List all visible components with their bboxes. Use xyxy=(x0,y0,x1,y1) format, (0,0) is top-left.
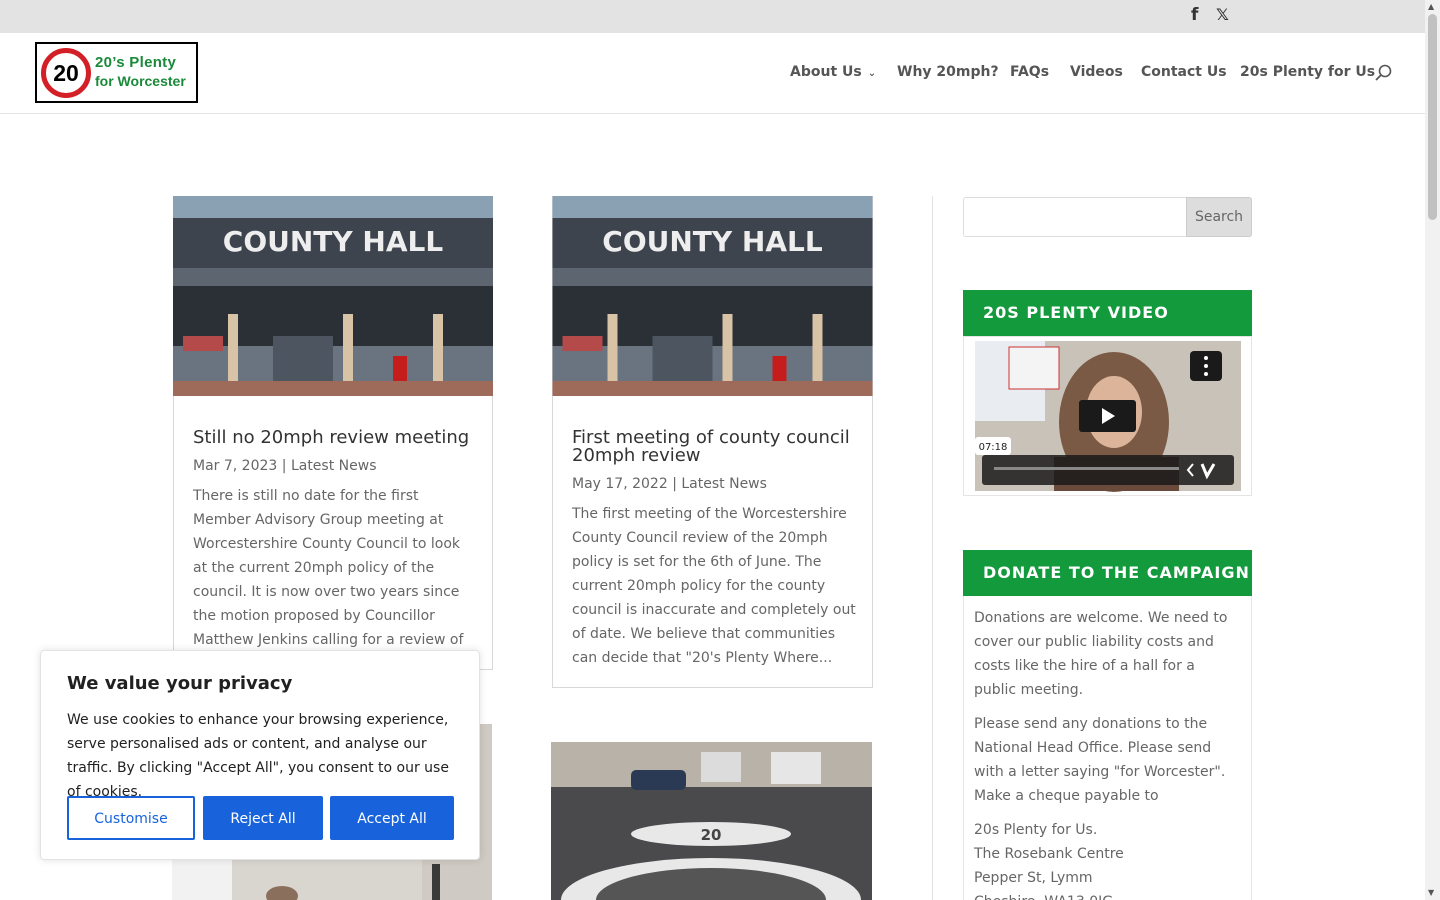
address-line: 20s Plenty for Us. xyxy=(974,822,1098,838)
cookie-consent-banner: We value your privacy We use cookies to … xyxy=(40,650,480,860)
site-header: 20 20’s Plenty for Worcester About Us ⌄ W… xyxy=(0,33,1425,114)
post-meta: May 17, 2022 | Latest News xyxy=(572,476,767,492)
nav-item-20s-plenty-for-us[interactable]: 20s Plenty for Us xyxy=(1240,64,1375,80)
post-title[interactable]: First meeting of county council 20mph re… xyxy=(572,429,856,465)
search-icon[interactable] xyxy=(1374,63,1394,83)
scroll-up-icon[interactable]: ▲ xyxy=(1428,2,1434,11)
scroll-down-icon[interactable]: ▼ xyxy=(1428,888,1434,897)
video-duration: 07:18 xyxy=(979,442,1008,453)
post-date: May 17, 2022 xyxy=(572,476,668,492)
top-bar: f 𝕏 xyxy=(0,0,1425,33)
logo-line-2: for Worcester xyxy=(95,73,186,89)
site-logo[interactable]: 20 20’s Plenty for Worcester xyxy=(35,42,198,103)
nav-item-contact-us[interactable]: Contact Us xyxy=(1141,64,1227,80)
post-card: COUNTY HALL First meeting of county coun… xyxy=(552,196,873,688)
post-date: Mar 7, 2023 xyxy=(193,458,278,474)
page-scrollbar[interactable]: ▲ ▼ xyxy=(1425,0,1440,900)
facebook-icon[interactable]: f xyxy=(1191,5,1198,25)
donate-widget: Donations are welcome. We need to cover … xyxy=(963,596,1252,900)
cookie-text: We use cookies to enhance your browsing … xyxy=(67,712,449,800)
post-meta: Mar 7, 2023 | Latest News xyxy=(193,458,376,474)
logo-line-1: 20’s Plenty xyxy=(95,54,177,71)
nav-label: About Us xyxy=(790,64,862,80)
address-line: Cheshire, WA13 0JG xyxy=(974,890,1241,900)
post-excerpt: There is still no date for the first Mem… xyxy=(193,488,464,672)
cookie-title: We value your privacy xyxy=(67,673,293,694)
nav-item-why-20mph[interactable]: Why 20mph? xyxy=(897,64,999,80)
county-hall-sign: COUNTY HALL xyxy=(602,225,823,258)
video-widget-title: 20S PLENTY VIDEO xyxy=(963,290,1252,336)
meta-separator: | xyxy=(281,458,287,474)
post-excerpt: The first meeting of the Worcestershire … xyxy=(572,506,856,666)
road-marking-image[interactable]: 20 xyxy=(551,742,872,900)
video-widget: 07:18 xyxy=(963,336,1252,496)
county-hall-image[interactable]: COUNTY HALL xyxy=(173,196,493,396)
post-card: COUNTY HALL Still no 20mph review meetin… xyxy=(173,196,493,672)
scrollbar-thumb[interactable] xyxy=(1428,14,1437,220)
nav-item-faqs[interactable]: FAQs xyxy=(1010,64,1049,80)
post-title[interactable]: Still no 20mph review meeting xyxy=(193,429,469,447)
nav-item-videos[interactable]: Videos xyxy=(1070,64,1123,80)
customise-button[interactable]: Customise xyxy=(67,796,195,840)
nav-item-about-us[interactable]: About Us ⌄ xyxy=(790,64,876,80)
address-line: The Rosebank Centre xyxy=(974,846,1124,862)
donate-paragraph: Donations are welcome. We need to cover … xyxy=(974,610,1228,698)
speed-sign-icon: 20 xyxy=(41,48,91,98)
meta-separator: | xyxy=(672,476,677,492)
sidebar-divider xyxy=(932,196,933,900)
accept-all-button[interactable]: Accept All xyxy=(330,796,454,840)
x-twitter-icon[interactable]: 𝕏 xyxy=(1216,5,1229,24)
reject-all-button[interactable]: Reject All xyxy=(203,796,323,840)
post-category-link[interactable]: Latest News xyxy=(291,458,377,474)
donate-widget-title: DONATE TO THE CAMPAIGN xyxy=(963,550,1252,596)
chevron-down-icon: ⌄ xyxy=(867,68,877,79)
donate-paragraph: Please send any donations to the Nationa… xyxy=(974,716,1226,804)
county-hall-image[interactable]: COUNTY HALL xyxy=(552,196,873,396)
post-card: 20 xyxy=(551,742,873,900)
post-category-link[interactable]: Latest News xyxy=(681,476,767,492)
address-line: Pepper St, Lymm xyxy=(974,870,1093,886)
county-hall-sign: COUNTY HALL xyxy=(223,225,444,258)
video-player[interactable]: 07:18 xyxy=(964,337,1251,495)
sidebar-search-button[interactable]: Search xyxy=(1186,197,1252,237)
road-marking-label: 20 xyxy=(701,826,722,844)
